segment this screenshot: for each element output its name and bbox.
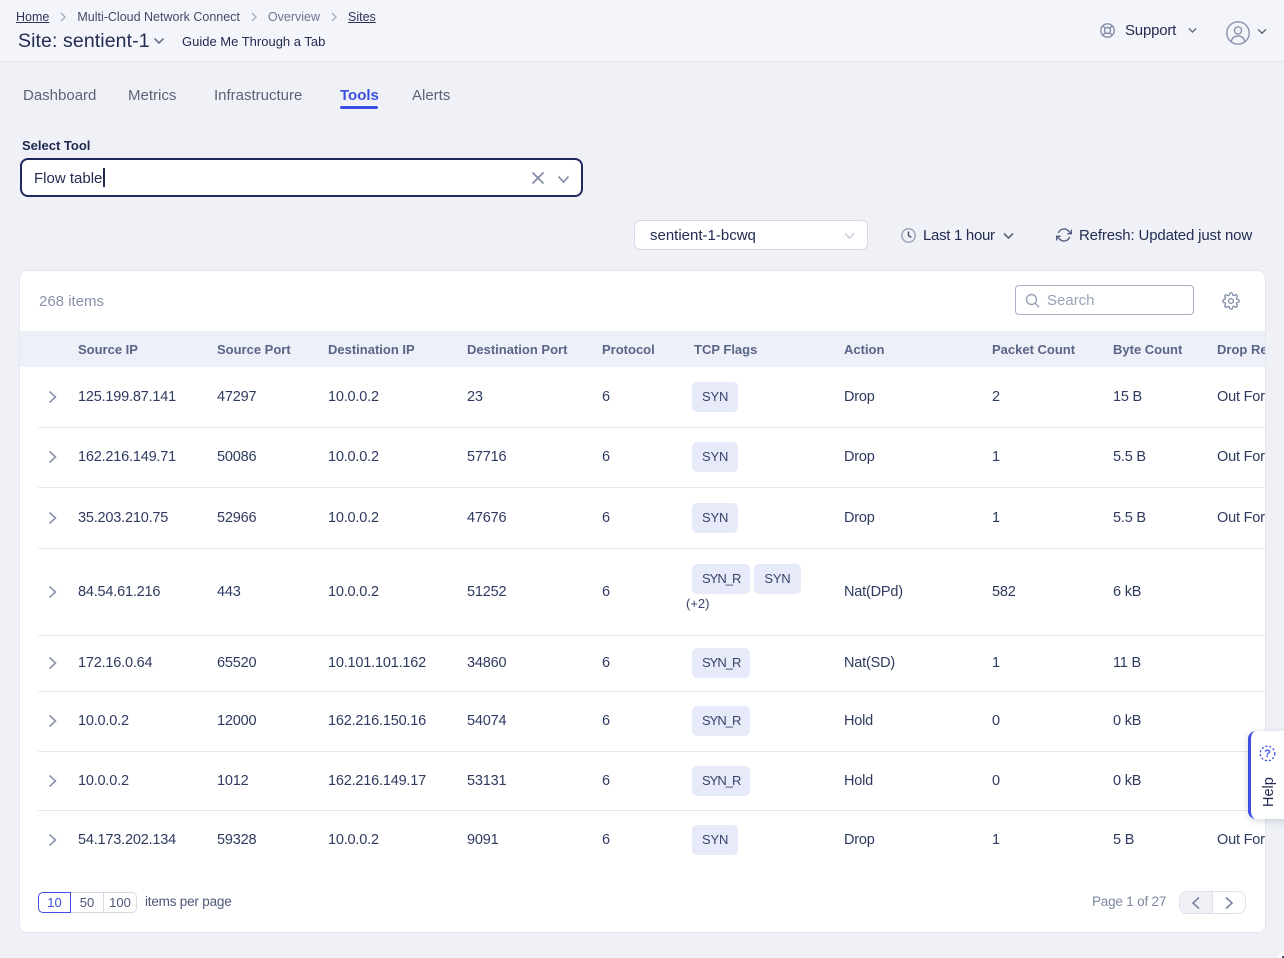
svg-text:?: ? <box>1264 748 1271 760</box>
